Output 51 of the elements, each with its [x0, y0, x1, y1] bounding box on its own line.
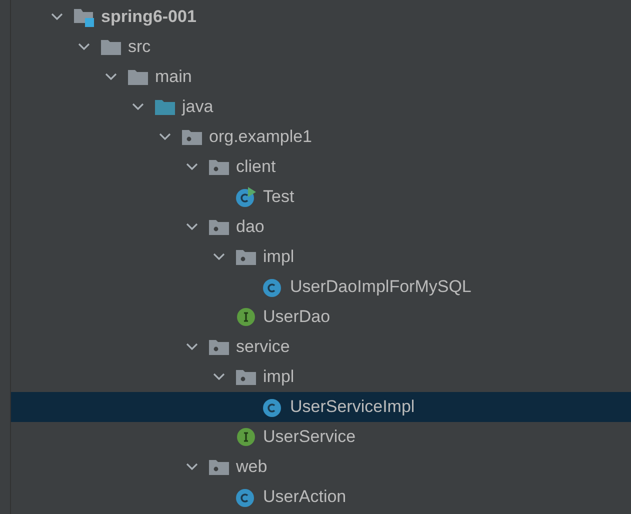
tree-row[interactable]: UserServiceImpl: [11, 392, 631, 422]
package-icon: [181, 128, 203, 146]
class-icon: [262, 276, 284, 298]
tree-label: src: [128, 36, 151, 58]
tree-row[interactable]: java: [11, 92, 631, 122]
tree-label: org.example1: [209, 126, 312, 148]
tree-label: impl: [263, 366, 294, 388]
package-icon: [208, 458, 230, 476]
tree-row[interactable]: dao: [11, 212, 631, 242]
folder-icon: [127, 68, 149, 86]
class-icon: [235, 486, 257, 508]
tree-row[interactable]: src: [11, 32, 631, 62]
tree-row[interactable]: UserDao: [11, 302, 631, 332]
tree-row[interactable]: UserService: [11, 422, 631, 452]
package-icon: [208, 218, 230, 236]
interface-icon: [236, 307, 256, 327]
class-icon: [262, 396, 284, 418]
tree-label: spring6-001: [101, 6, 196, 28]
tree-label: UserServiceImpl: [290, 396, 415, 418]
tree-row[interactable]: service: [11, 332, 631, 362]
folder-icon: [154, 98, 176, 116]
package-icon: [235, 248, 257, 266]
tree-row[interactable]: UserAction: [11, 482, 631, 512]
tree-label: service: [236, 336, 290, 358]
module-folder-icon: [73, 6, 95, 28]
runnable-class-icon: [235, 186, 257, 208]
tree-row[interactable]: impl: [11, 362, 631, 392]
tree-label: client: [236, 156, 276, 178]
tree-label: UserService: [263, 426, 356, 448]
tree-row[interactable]: main: [11, 62, 631, 92]
package-icon: [208, 338, 230, 356]
tree-row[interactable]: Test: [11, 182, 631, 212]
folder-icon: [100, 38, 122, 56]
tree-label: UserDao: [263, 306, 330, 328]
tree-label: impl: [263, 246, 294, 268]
tree-label: main: [155, 66, 192, 88]
package-icon: [208, 158, 230, 176]
tree-label: Test: [263, 186, 294, 208]
package-icon: [235, 368, 257, 386]
tree-row[interactable]: org.example1: [11, 122, 631, 152]
tree-label: web: [236, 456, 268, 478]
interface-icon: [236, 427, 256, 447]
tree-row[interactable]: UserDaoImplForMySQL: [11, 272, 631, 302]
tree-label: dao: [236, 216, 264, 238]
tree-label: java: [182, 96, 214, 118]
tree-row[interactable]: impl: [11, 242, 631, 272]
tree-row[interactable]: web: [11, 452, 631, 482]
tree-label: UserDaoImplForMySQL: [290, 276, 472, 298]
tree-row[interactable]: client: [11, 152, 631, 182]
tree-row[interactable]: spring6-001: [11, 2, 631, 32]
tree-label: UserAction: [263, 486, 346, 508]
